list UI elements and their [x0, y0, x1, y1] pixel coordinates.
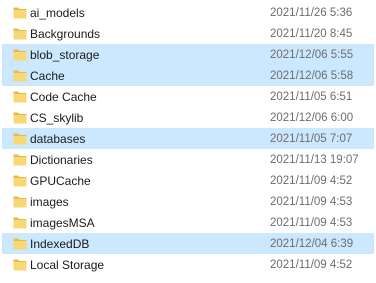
file-name: Backgrounds: [30, 26, 101, 41]
folder-icon: [13, 216, 27, 229]
folder-icon: [13, 90, 27, 103]
file-name: IndexedDB: [30, 236, 90, 251]
file-name: Dictionaries: [30, 152, 93, 167]
date-modified: 2021/12/06 5:55: [270, 48, 354, 61]
date-modified: 2021/12/06 6:00: [270, 111, 354, 124]
file-name: Code Cache: [30, 89, 97, 104]
file-name: CS_skylib: [30, 110, 84, 125]
file-row-databases[interactable]: databases 2021/11/05 7:07: [2, 128, 374, 149]
file-name: databases: [30, 131, 86, 146]
date-modified: 2021/11/13 19:07: [270, 153, 359, 166]
date-modified: 2021/11/09 4:53: [270, 216, 353, 229]
date-modified: 2021/11/09 4:53: [270, 195, 353, 208]
folder-icon: [13, 195, 27, 208]
folder-icon: [13, 48, 27, 61]
folder-icon: [13, 27, 27, 40]
file-name: Cache: [30, 68, 65, 83]
file-row-code-cache[interactable]: Code Cache 2021/11/05 6:51: [2, 86, 374, 107]
file-row-indexeddb[interactable]: IndexedDB 2021/12/04 6:39: [2, 233, 374, 254]
file-name: ai_models: [30, 5, 85, 20]
file-row-blob_storage[interactable]: blob_storage 2021/12/06 5:55: [2, 44, 374, 65]
file-name: blob_storage: [30, 47, 100, 62]
file-row-images[interactable]: images 2021/11/09 4:53: [2, 191, 374, 212]
folder-icon: [13, 174, 27, 187]
date-modified: 2021/12/06 5:58: [270, 69, 354, 82]
file-name: imagesMSA: [30, 215, 95, 230]
file-name: Local Storage: [30, 257, 105, 272]
file-name: GPUCache: [30, 173, 91, 188]
file-row-imagesmsa[interactable]: imagesMSA 2021/11/09 4:53: [2, 212, 374, 233]
date-modified: 2021/11/20 8:45: [270, 27, 353, 40]
file-row-local-storage[interactable]: Local Storage 2021/11/09 4:52: [2, 254, 374, 275]
date-modified: 2021/11/26 5:36: [270, 6, 353, 19]
file-row-cs_skylib[interactable]: CS_skylib 2021/12/06 6:00: [2, 107, 374, 128]
file-name: images: [30, 194, 69, 209]
folder-icon: [13, 153, 27, 166]
folder-icon: [13, 237, 27, 250]
folder-icon: [13, 111, 27, 124]
file-row-backgrounds[interactable]: Backgrounds 2021/11/20 8:45: [2, 23, 374, 44]
file-list: ai_models 2021/11/26 5:36 Backgrounds 20…: [0, 0, 376, 283]
file-row-dictionaries[interactable]: Dictionaries 2021/11/13 19:07: [2, 149, 374, 170]
folder-icon: [13, 6, 27, 19]
folder-icon: [13, 69, 27, 82]
folder-icon: [13, 132, 27, 145]
date-modified: 2021/11/09 4:52: [270, 258, 353, 271]
date-modified: 2021/11/05 6:51: [270, 90, 353, 103]
date-modified: 2021/11/09 4:52: [270, 174, 353, 187]
file-row-ai_models[interactable]: ai_models 2021/11/26 5:36: [2, 2, 374, 23]
date-modified: 2021/12/04 6:39: [270, 237, 354, 250]
date-modified: 2021/11/05 7:07: [270, 132, 353, 145]
folder-icon: [13, 258, 27, 271]
file-row-gpucache[interactable]: GPUCache 2021/11/09 4:52: [2, 170, 374, 191]
file-row-cache[interactable]: Cache 2021/12/06 5:58: [2, 65, 374, 86]
